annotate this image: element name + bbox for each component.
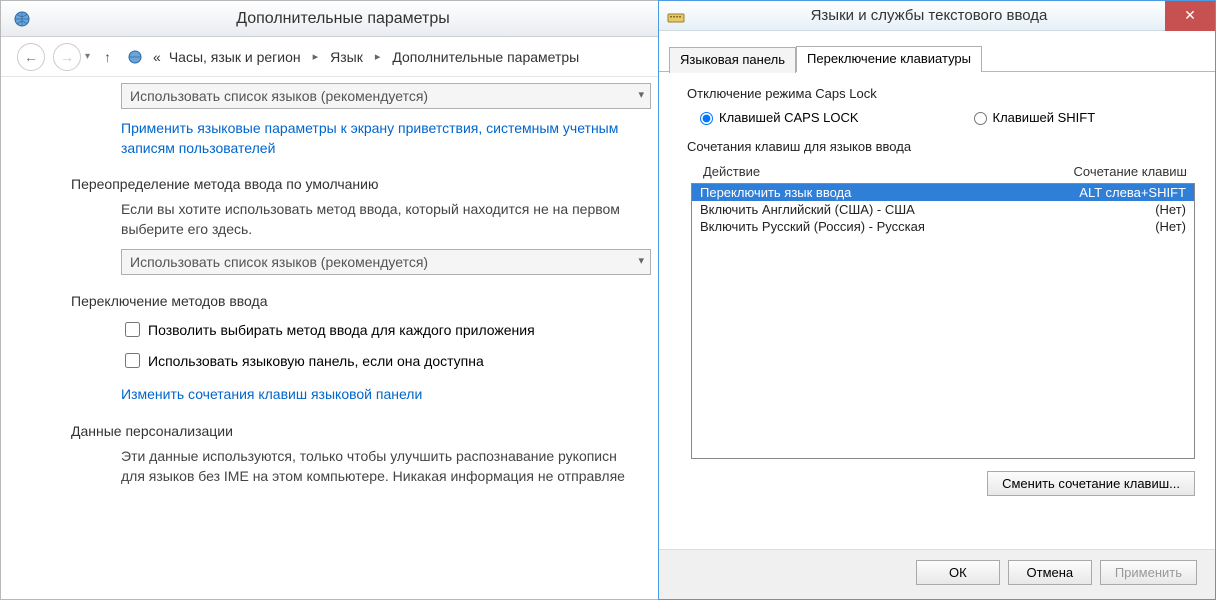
breadcrumb-seg1[interactable]: Часы, язык и регион: [169, 49, 301, 65]
list-row-hotkey: (Нет): [1155, 202, 1186, 217]
chevron-right-icon: ▸: [375, 50, 381, 63]
content-area: Использовать список языков (рекомендуетс…: [1, 77, 659, 516]
recent-dropdown-icon[interactable]: ▾: [85, 51, 90, 62]
apply-button[interactable]: Применить: [1100, 560, 1197, 585]
left-window-title: Дополнительные параметры: [39, 10, 647, 28]
right-window-title: Языки и службы текстового ввода: [693, 7, 1165, 24]
tab-keyboard-switch[interactable]: Переключение клавиатуры: [796, 46, 982, 72]
caps-group-label: Отключение режима Caps Lock: [687, 86, 1197, 101]
location-icon: [125, 47, 145, 67]
radio-caps-lock-input[interactable]: [700, 112, 713, 125]
dialog-footer: ОК Отмена Применить: [659, 549, 1215, 599]
hotkey-listbox[interactable]: Переключить язык ввода ALT слева+SHIFT В…: [691, 183, 1195, 459]
list-row-hotkey: ALT слева+SHIFT: [1079, 185, 1186, 200]
caps-radio-group: Клавишей CAPS LOCK Клавишей SHIFT: [695, 109, 1197, 125]
globe-icon: [13, 10, 31, 28]
list-header: Действие Сочетание клавиш: [691, 162, 1195, 183]
forward-button[interactable]: →: [53, 43, 81, 71]
left-titlebar: Дополнительные параметры: [1, 1, 659, 37]
col-hotkey: Сочетание клавиш: [1074, 164, 1187, 179]
radio-caps-lock-label: Клавишей CAPS LOCK: [719, 110, 859, 125]
list-row[interactable]: Включить Русский (Россия) - Русская (Нет…: [692, 218, 1194, 235]
change-btn-row: Сменить сочетание клавиш...: [687, 471, 1195, 496]
apply-to-welcome-link[interactable]: Применить языковые параметры к экрану пр…: [121, 119, 639, 158]
back-button[interactable]: ←: [17, 43, 45, 71]
list-row-action: Включить Русский (Россия) - Русская: [700, 219, 1155, 234]
list-row[interactable]: Включить Английский (США) - США (Нет): [692, 201, 1194, 218]
cancel-button[interactable]: Отмена: [1008, 560, 1092, 585]
ok-button[interactable]: ОК: [916, 560, 1000, 585]
radio-shift[interactable]: Клавишей SHIFT: [969, 109, 1096, 125]
radio-shift-label: Клавишей SHIFT: [993, 110, 1096, 125]
display-language-dropdown[interactable]: Использовать список языков (рекомендуетс…: [121, 83, 651, 109]
up-button[interactable]: ↑: [104, 49, 111, 65]
hotkeys-group-label: Сочетания клавиш для языков ввода: [687, 139, 1197, 154]
breadcrumb-seg3[interactable]: Дополнительные параметры: [392, 49, 579, 65]
tab-language-bar[interactable]: Языковая панель: [669, 47, 796, 73]
override-text: Если вы хотите использовать метод ввода,…: [121, 200, 639, 239]
override-heading: Переопределение метода ввода по умолчани…: [71, 176, 639, 192]
right-titlebar: Языки и службы текстового ввода ✕: [659, 1, 1215, 31]
list-row-hotkey: (Нет): [1155, 219, 1186, 234]
col-action: Действие: [703, 164, 1074, 179]
switch-heading: Переключение методов ввода: [71, 293, 639, 309]
change-hotkey-button[interactable]: Сменить сочетание клавиш...: [987, 471, 1195, 496]
breadcrumb-seg2[interactable]: Язык: [330, 49, 363, 65]
input-method-dropdown[interactable]: Использовать список языков (рекомендуетс…: [121, 249, 651, 275]
tabs-row: Языковая панель Переключение клавиатуры: [659, 31, 1215, 72]
tab-panel: Отключение режима Caps Lock Клавишей CAP…: [659, 72, 1215, 512]
text-services-dialog: Языки и службы текстового ввода ✕ Языков…: [658, 0, 1216, 600]
radio-caps-lock[interactable]: Клавишей CAPS LOCK: [695, 109, 859, 125]
list-row-action: Переключить язык ввода: [700, 185, 1079, 200]
per-app-label: Позволить выбирать метод ввода для каждо…: [148, 322, 535, 338]
nav-row: ← → ▾ ↑ « Часы, язык и регион ▸ Язык ▸ Д…: [1, 37, 659, 77]
lang-bar-checkbox[interactable]: [125, 353, 140, 368]
close-icon: ✕: [1184, 7, 1196, 24]
list-row-action: Включить Английский (США) - США: [700, 202, 1155, 217]
chevron-right-icon: ▸: [313, 50, 319, 63]
control-panel-window: Дополнительные параметры ← → ▾ ↑ « Часы,…: [0, 0, 660, 600]
keyboard-icon: [667, 7, 685, 25]
breadcrumb-ellipsis[interactable]: «: [153, 49, 161, 65]
personal-heading: Данные персонализации: [71, 423, 639, 439]
lang-bar-checkbox-row[interactable]: Использовать языковую панель, если она д…: [121, 350, 639, 371]
close-button[interactable]: ✕: [1165, 1, 1215, 31]
change-hotkeys-link[interactable]: Изменить сочетания клавиш языковой панел…: [121, 385, 639, 405]
personal-text: Эти данные используются, только чтобы ул…: [121, 447, 639, 486]
lang-bar-label: Использовать языковую панель, если она д…: [148, 353, 484, 369]
radio-shift-input[interactable]: [974, 112, 987, 125]
per-app-checkbox-row[interactable]: Позволить выбирать метод ввода для каждо…: [121, 319, 639, 340]
list-row[interactable]: Переключить язык ввода ALT слева+SHIFT: [692, 184, 1194, 201]
per-app-checkbox[interactable]: [125, 322, 140, 337]
